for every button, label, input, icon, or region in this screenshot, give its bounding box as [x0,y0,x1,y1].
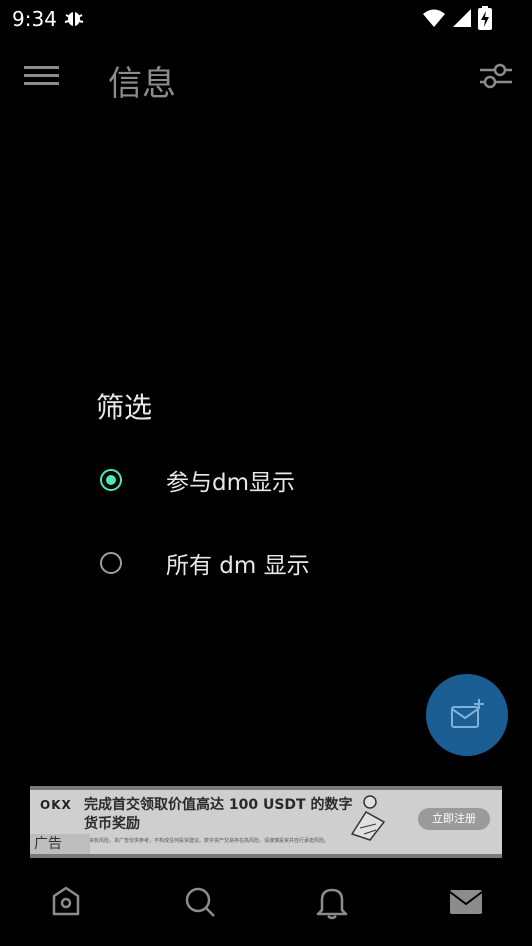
ad-brand-logo: OKX [40,798,72,812]
radio-button-checked[interactable] [100,469,122,491]
page-title: 信息 [108,64,176,104]
filter-option-label: 参与dm显示 [166,470,296,496]
new-message-fab[interactable] [426,674,508,756]
status-bar: 9:34 [0,0,532,36]
app-bar: 信息 [0,44,532,108]
filter-option-all[interactable]: 所有 dm 显示 [96,539,416,587]
nav-search[interactable] [180,882,220,922]
ad-illustration-icon [346,794,390,842]
bug-icon [62,6,86,30]
bottom-navigation [0,868,532,938]
hamburger-menu-icon[interactable] [22,60,62,92]
ad-register-button[interactable]: 立即注册 [418,808,490,830]
filter-option-participated[interactable]: 参与dm显示 [96,456,416,504]
ad-disclaimer: 投资有风险，本广告仅供参考，不构成任何投资建议。数字资产交易存在高风险，请谨慎投… [84,838,330,844]
mail-icon [446,890,486,926]
home-icon [46,886,86,926]
wifi-icon [422,7,446,33]
new-message-icon [450,698,486,738]
nav-home[interactable] [46,882,86,922]
nav-notifications[interactable] [312,882,352,922]
filter-dialog-title: 筛选 [96,391,153,424]
filter-option-label: 所有 dm 显示 [166,553,310,579]
nav-messages[interactable] [446,882,486,922]
ad-headline: 完成首交领取价值高达 100 USDT 的数字货币奖励 [84,797,353,832]
bell-icon [312,888,352,926]
filter-sliders-icon[interactable] [476,56,516,96]
ad-banner[interactable]: OKX 完成首交领取价值高达 100 USDT 的数字货币奖励 投资有风险，本广… [30,786,502,858]
radio-button-unchecked[interactable] [100,552,122,574]
ad-label-badge: 广告 [30,834,90,854]
signal-icon [452,8,472,32]
battery-charging-icon [478,6,492,34]
status-time: 9:34 [12,7,57,31]
search-icon [180,887,220,926]
